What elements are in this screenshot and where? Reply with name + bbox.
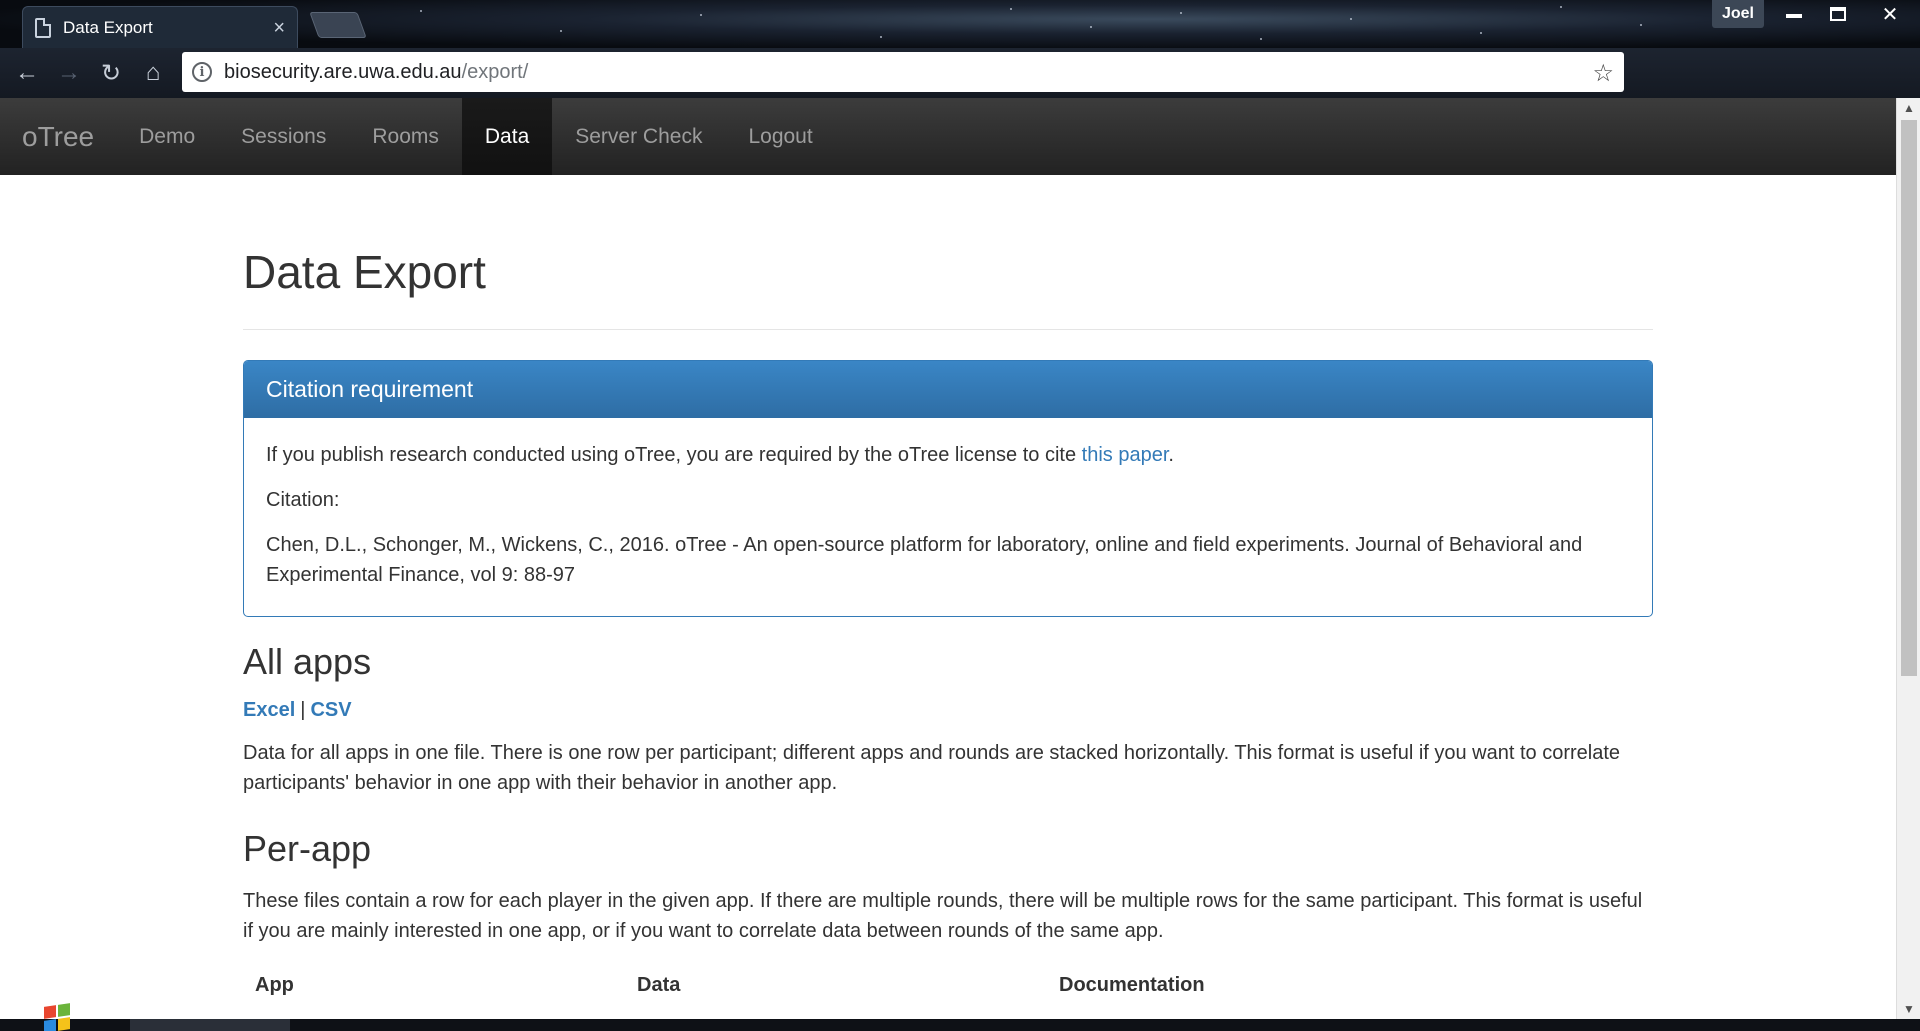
windows-start-icon[interactable]	[34, 1000, 90, 1031]
nav-item-logout[interactable]: Logout	[725, 98, 835, 175]
tab-title: Data Export	[63, 17, 153, 37]
citation-text: Chen, D.L., Schonger, M., Wickens, C., 2…	[266, 534, 1583, 586]
brand-link[interactable]: oTree	[22, 121, 94, 153]
column-header-data: Data	[637, 974, 681, 996]
scroll-thumb[interactable]	[1901, 120, 1917, 676]
all-apps-heading: All apps	[243, 641, 372, 682]
citation-intro: If you publish research conducted using …	[266, 440, 1630, 470]
csv-download-link[interactable]: CSV	[310, 699, 351, 721]
all-apps-download-links: Excel | CSV	[243, 699, 1653, 722]
browser-titlebar: Data Export × Joel ✕	[0, 0, 1920, 48]
minimize-icon	[1786, 14, 1802, 18]
excel-download-link[interactable]: Excel	[243, 699, 295, 721]
site-info-icon[interactable]: i	[192, 62, 212, 82]
tab-close-icon[interactable]: ×	[273, 18, 285, 38]
forward-arrow-icon[interactable]: →	[52, 56, 86, 90]
nav-item-server-check[interactable]: Server Check	[552, 98, 725, 175]
page-title: Data Export	[243, 246, 486, 298]
page-scrollbar[interactable]: ▲ ▼	[1896, 98, 1920, 1019]
title-divider	[243, 329, 1653, 330]
url-host: biosecurity.are.uwa.edu.au	[224, 60, 462, 83]
per-app-table-header: App Data Documentation	[243, 974, 1653, 1008]
per-app-description: These files contain a row for each playe…	[243, 890, 1643, 942]
citation-panel: Citation requirement If you publish rese…	[243, 360, 1653, 617]
nav-item-sessions[interactable]: Sessions	[218, 98, 349, 175]
window-close-button[interactable]: ✕	[1862, 0, 1918, 28]
scroll-down-arrow-icon[interactable]: ▼	[1897, 999, 1920, 1019]
browser-tab[interactable]: Data Export ×	[22, 6, 298, 48]
back-arrow-icon[interactable]: ←	[10, 56, 44, 90]
bookmark-star-icon[interactable]: ☆	[1592, 59, 1614, 88]
address-bar[interactable]: i biosecurity.are.uwa.edu.au/export/ ☆	[182, 52, 1624, 92]
per-app-heading: Per-app	[243, 828, 372, 869]
citation-intro-end: .	[1168, 444, 1174, 466]
link-separator: |	[300, 699, 306, 721]
reload-icon[interactable]: ↻	[94, 56, 128, 90]
minimize-button[interactable]	[1774, 0, 1814, 28]
main-content: Data Export Citation requirement If you …	[243, 175, 1653, 1008]
citation-panel-body: If you publish research conducted using …	[244, 418, 1652, 616]
nav-item-rooms[interactable]: Rooms	[349, 98, 462, 175]
new-tab-button[interactable]	[309, 12, 367, 38]
nav-item-data[interactable]: Data	[461, 98, 553, 175]
document-icon	[35, 17, 51, 38]
profile-button[interactable]: Joel	[1712, 0, 1764, 28]
restore-icon	[1830, 7, 1846, 21]
citation-intro-text: If you publish research conducted using …	[266, 444, 1082, 466]
column-header-app: App	[255, 974, 294, 996]
taskbar-item[interactable]	[130, 1019, 290, 1031]
citation-panel-heading: Citation requirement	[244, 361, 1652, 418]
home-icon[interactable]: ⌂	[136, 56, 170, 90]
this-paper-link[interactable]: this paper	[1082, 444, 1169, 466]
url-path: /export/	[461, 60, 529, 83]
page-viewport: oTree Demo Sessions Rooms Data Server Ch…	[0, 98, 1920, 1019]
column-header-documentation: Documentation	[1059, 974, 1205, 996]
nav-item-demo[interactable]: Demo	[116, 98, 218, 175]
all-apps-description: Data for all apps in one file. There is …	[243, 742, 1621, 794]
citation-label: Citation:	[266, 489, 340, 511]
otree-navbar: oTree Demo Sessions Rooms Data Server Ch…	[0, 98, 1896, 175]
scroll-up-arrow-icon[interactable]: ▲	[1897, 98, 1920, 118]
restore-button[interactable]	[1818, 0, 1858, 28]
